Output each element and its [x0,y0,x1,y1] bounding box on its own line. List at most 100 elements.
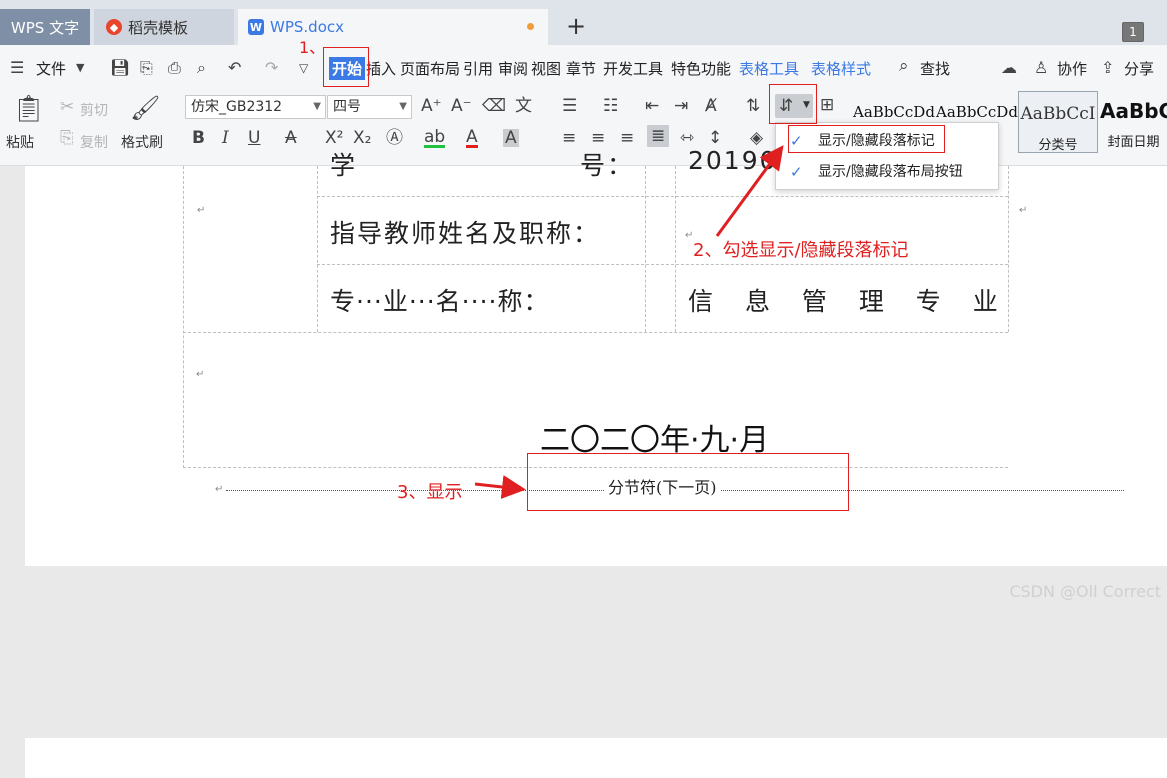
font-name-value: 仿宋_GB2312 [191,99,283,115]
menu-features[interactable]: 特色功能 [671,58,731,79]
subscript-icon[interactable]: X₂ [353,129,371,147]
cloud-sync-icon[interactable]: ☁ [1001,58,1017,77]
menu-insert[interactable]: 插入 [366,58,396,79]
undo-icon[interactable]: ↶ [228,58,241,77]
table-border [645,166,646,332]
save-icon[interactable]: 💾︎ [110,58,130,77]
cut-icon[interactable]: ✂ [60,98,74,116]
table-border-icon[interactable]: ⊞ [820,96,834,114]
char-shading-icon[interactable]: A [503,129,519,147]
font-size-select[interactable]: 四号 ▼ [327,95,412,119]
superscript-icon[interactable]: X² [325,129,343,147]
text-effect-icon[interactable]: Ⓐ [386,129,403,147]
tab-document[interactable]: W WPS.docx [238,9,548,45]
paste-button[interactable]: 粘贴 [6,132,34,152]
chinese-layout-icon[interactable]: Ⱥ [705,97,717,115]
menu-chapter[interactable]: 章节 [566,58,596,79]
table-border [183,332,1008,333]
menu-page-layout[interactable]: 页面布局 [400,58,460,79]
table-border [675,166,676,332]
menu-item-show-layout-button[interactable]: ✓ 显示/隐藏段落布局按钮 [776,157,998,187]
underline-button[interactable]: U [248,129,260,147]
format-painter-button[interactable]: 格式刷 [121,132,163,152]
copy-icon[interactable]: ⎘ [60,129,74,147]
distribute-icon[interactable]: ⇿ [680,129,694,147]
major-value: 信 息 管 理 专 业 [688,287,1010,316]
collaborate-icon[interactable]: ♙ [1034,58,1048,77]
tab-wps-writer[interactable]: WPS 文字 [0,9,90,45]
bullet-list-icon[interactable]: ☰ [562,97,577,115]
share-icon[interactable]: ⇪ [1101,58,1114,77]
annotation-step1: 1、 [299,38,326,57]
tab-template[interactable]: ◆ 稻壳模板 [94,9,234,45]
paragraph-mark-icon: ↵ [196,369,205,380]
chevron-down-icon[interactable]: ▼ [76,61,84,74]
student-id-label-left: 学 [330,151,358,180]
menu-collaborate[interactable]: 协作 [1057,58,1087,79]
style-cover-date[interactable]: AaBbC 封面日期 [1100,91,1167,153]
table-border [317,196,1008,197]
justify-icon[interactable]: ≣ [647,125,670,147]
menu-references[interactable]: 引用 [463,58,493,79]
paragraph-mark-icon: ↵ [1019,205,1028,216]
clear-format-icon[interactable]: ⌫ [482,97,506,115]
bold-button[interactable]: B [192,129,205,147]
major-label: 专···业···名····称： [330,287,550,316]
chevron-down-icon: ▼ [399,101,407,112]
style-sample: AaBbCcDd [936,103,1018,121]
italic-button[interactable]: I [222,129,229,147]
table-border [183,166,184,468]
tab-wps-label: WPS 文字 [10,18,80,37]
export-icon[interactable]: ⎘ [140,58,153,78]
menu-share[interactable]: 分享 [1124,58,1154,79]
next-page[interactable] [25,738,1167,778]
menu-view[interactable]: 视图 [531,58,561,79]
align-left-icon[interactable]: ≡ [562,129,576,147]
pinyin-icon[interactable]: 文 [515,97,532,115]
numbered-list-icon[interactable]: ☷ [603,97,618,115]
print-preview-icon[interactable]: ⌕ [197,58,206,78]
font-color-icon[interactable]: A [466,129,478,148]
copy-button[interactable]: 复制 [80,132,108,152]
style-classification[interactable]: AaBbCcI 分类号 [1018,91,1098,153]
increase-indent-icon[interactable]: ⇥ [674,97,688,115]
paste-icon[interactable]: 📋︎ [12,95,45,123]
menu-developer[interactable]: 开发工具 [603,58,663,79]
menu-item-label: 显示/隐藏段落布局按钮 [818,164,963,180]
window-count-badge[interactable]: 1 [1122,22,1144,42]
style-sample: AaBbCcDd [853,103,935,121]
line-spacing-icon[interactable]: ↕ [708,129,722,147]
tab-template-label: 稻壳模板 [128,18,189,37]
format-painter-icon[interactable]: 🖌︎ [130,95,160,121]
annotation-box-section-break [527,453,849,511]
grow-font-icon[interactable]: A⁺ [421,97,442,115]
font-name-select[interactable]: 仿宋_GB2312 ▼ [185,95,326,119]
sort-icon[interactable]: ⇅ [746,97,760,115]
annotation-box-start-tab [323,47,369,87]
align-center-icon[interactable]: ≡ [591,129,605,147]
align-right-icon[interactable]: ≡ [620,129,634,147]
tab-bar: WPS 文字 ◆ 稻壳模板 W WPS.docx + 1 [0,0,1167,45]
docer-logo-icon: ◆ [106,19,122,35]
quick-access-dropdown-icon[interactable]: ▽ [299,61,308,75]
menu-review[interactable]: 审阅 [498,58,528,79]
annotation-box-menu-item [788,125,945,153]
advisor-label: 指导教师姓名及职称： [330,219,601,248]
strikethrough-icon[interactable]: A [285,129,297,147]
highlight-icon[interactable]: ab [424,129,446,148]
shrink-font-icon[interactable]: A⁻ [451,97,472,115]
menu-file[interactable]: 文件 [36,58,66,79]
menu-table-style[interactable]: 表格样式 [811,58,871,79]
shading-icon[interactable]: ◈ [750,129,763,147]
print-icon[interactable]: ⎙ [168,58,181,78]
style-sample: AaBbCcI [1020,104,1096,124]
menu-search[interactable]: 查找 [920,58,950,79]
menu-table-tools[interactable]: 表格工具 [739,58,799,79]
decrease-indent-icon[interactable]: ⇤ [645,97,659,115]
search-icon[interactable]: ⌕ [899,56,909,76]
hamburger-icon[interactable]: ☰ [10,58,24,77]
paragraph-mark-icon: ↵ [215,484,224,495]
redo-icon[interactable]: ↷ [265,58,278,77]
cut-button[interactable]: 剪切 [80,100,108,120]
new-tab-button[interactable]: + [566,12,586,40]
